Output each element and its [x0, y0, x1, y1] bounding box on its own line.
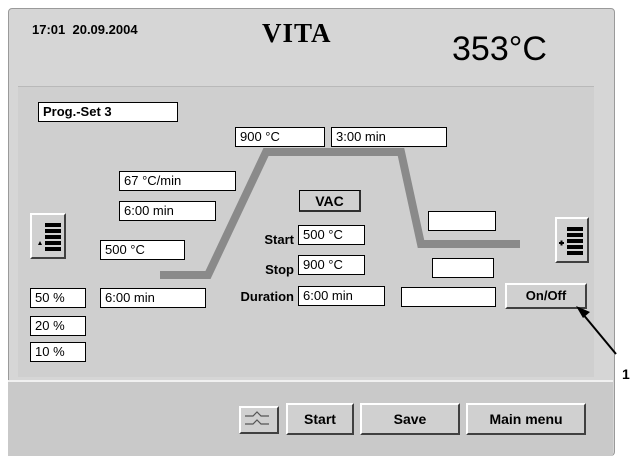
cooling-button[interactable] — [239, 406, 279, 434]
main-menu-button[interactable]: Main menu — [466, 403, 586, 435]
cooling-icon — [245, 411, 269, 425]
save-button[interactable]: Save — [360, 403, 460, 435]
callout-number: 1 — [622, 366, 630, 382]
start-button[interactable]: Start — [286, 403, 354, 435]
